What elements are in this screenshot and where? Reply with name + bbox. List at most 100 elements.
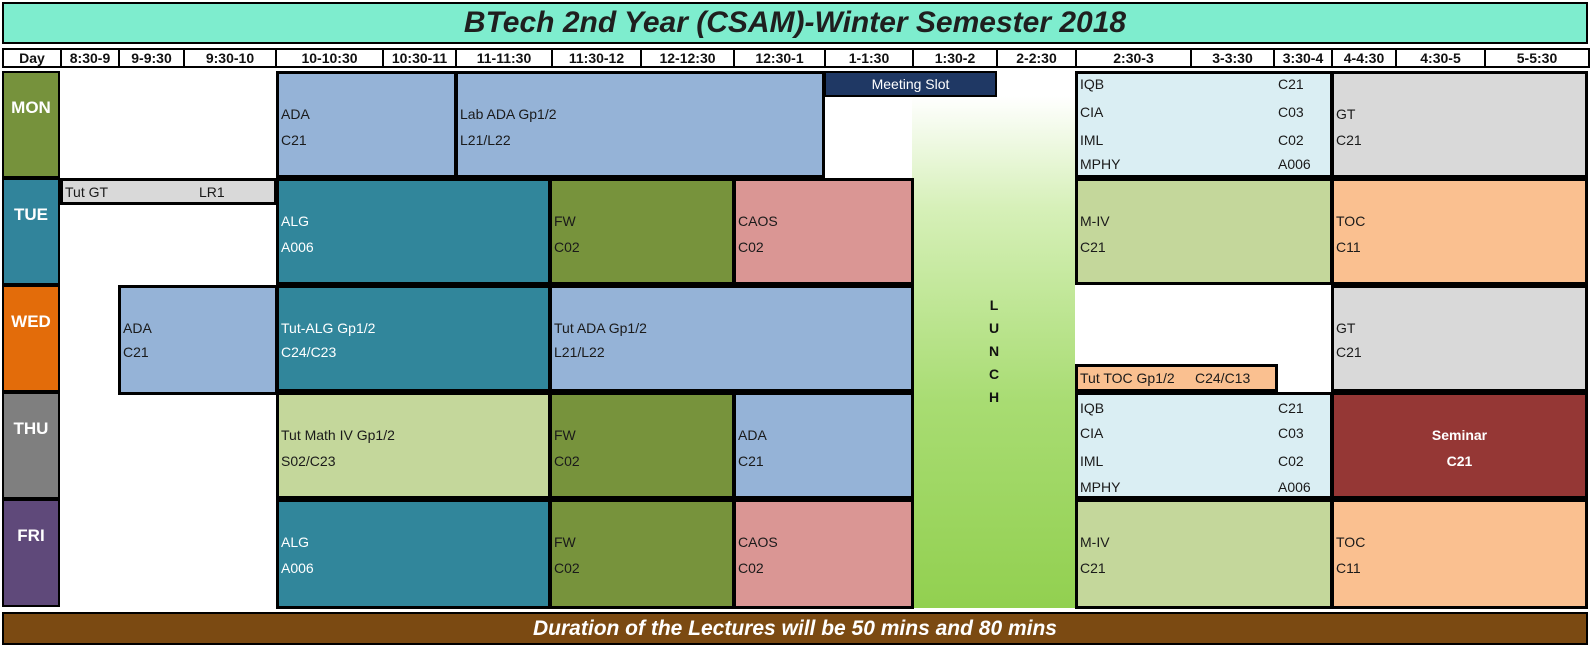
day-label-fri: FRI: [2, 499, 60, 607]
header-timeslot: 3-3:30: [1190, 48, 1275, 68]
header-timeslot: 4:30-5: [1395, 48, 1486, 68]
elective-name: MPHY: [1080, 156, 1121, 172]
class-block-fri-alg: ALG A006: [276, 499, 551, 609]
course-name: FW: [554, 213, 576, 229]
room-number: C02: [738, 239, 764, 255]
room-number: C21: [1336, 344, 1362, 360]
room-number: L21/L22: [554, 344, 605, 360]
course-name: Tut Math IV Gp1/2: [281, 427, 395, 443]
elective-name: IQB: [1080, 76, 1105, 92]
room-number: C24/C23: [281, 344, 337, 360]
elective-room: A006: [1278, 156, 1311, 172]
class-block-tue-toc: TOC C11: [1331, 178, 1588, 285]
class-block-tue-fw: FW C02: [549, 178, 735, 285]
room-number: C02: [738, 560, 764, 576]
room-number: C24/C13: [1195, 370, 1251, 386]
footer-note: Duration of the Lectures will be 50 mins…: [2, 612, 1588, 645]
class-block-wed-tut-alg: Tut-ALG Gp1/2 C24/C23: [276, 285, 551, 392]
room-number: C21: [1080, 560, 1106, 576]
header-timeslot: 10-10:30: [275, 48, 384, 68]
class-block-thu-fw: FW C02: [549, 392, 735, 499]
elective-name: IML: [1080, 132, 1104, 148]
room-number: C11: [1336, 239, 1361, 255]
course-name: GT: [1336, 320, 1356, 336]
course-name: TOC: [1336, 534, 1366, 550]
header-day: Day: [2, 48, 62, 68]
elective-room: A006: [1278, 479, 1311, 495]
elective-room: C02: [1278, 453, 1304, 469]
header-timeslot: 2:30-3: [1075, 48, 1192, 68]
course-name: FW: [554, 534, 576, 550]
class-block-thu-seminar: Seminar C21: [1331, 392, 1588, 499]
elective-room: C21: [1278, 400, 1304, 416]
course-name: Seminar: [1431, 427, 1488, 443]
header-timeslot: 9-9:30: [118, 48, 185, 68]
course-name: M-IV: [1080, 213, 1110, 229]
course-name: M-IV: [1080, 534, 1110, 550]
room-number: A006: [281, 239, 314, 255]
class-block-wed-tut-ada: Tut ADA Gp1/2 L21/L22: [549, 285, 914, 392]
header-timeslot: 10:30-11: [382, 48, 457, 68]
class-block-fri-fw: FW C02: [549, 499, 735, 609]
room-number: LR1: [199, 184, 225, 200]
page-title: BTech 2nd Year (CSAM)-Winter Semester 20…: [2, 2, 1588, 44]
lunch-label: L U N C H: [982, 294, 1006, 409]
room-number: S02/C23: [281, 453, 336, 469]
room-number: C21: [738, 453, 764, 469]
elective-name: CIA: [1080, 425, 1104, 441]
course-name: ADA: [281, 106, 310, 122]
header-timeslot: 12-12:30: [640, 48, 735, 68]
course-name: ADA: [738, 427, 767, 443]
header-timeslot: 1:30-2: [912, 48, 998, 68]
header-timeslot: 4-4:30: [1331, 48, 1397, 68]
elective-name: CIA: [1080, 104, 1104, 120]
header-timeslot: 5-5:30: [1484, 48, 1590, 68]
class-block-mon-gt: GT C21: [1331, 71, 1588, 178]
class-block-thu-tut-math: Tut Math IV Gp1/2 S02/C23: [276, 392, 551, 499]
course-name: Tut TOC Gp1/2: [1080, 370, 1175, 386]
course-name: Tut ADA Gp1/2: [554, 320, 647, 336]
room-number: C02: [554, 560, 580, 576]
header-timeslot: 1-1:30: [824, 48, 914, 68]
lunch-letter: H: [988, 389, 1000, 405]
day-label-mon: MON: [2, 71, 60, 178]
room-number: C02: [554, 453, 580, 469]
class-block-fri-m4: M-IV C21: [1075, 499, 1333, 609]
room-number: C21: [1446, 453, 1473, 469]
header-timeslot: 3:30-4: [1273, 48, 1333, 68]
course-name: ALG: [281, 213, 310, 229]
course-name: FW: [554, 427, 576, 443]
class-block-tue-caos: CAOS C02: [733, 178, 914, 285]
lunch-letter: U: [988, 320, 1000, 336]
room-number: C21: [1336, 132, 1362, 148]
class-block-thu-ada: ADA C21: [733, 392, 914, 499]
day-label-thu: THU: [2, 392, 60, 499]
header-timeslot: 11:30-12: [551, 48, 642, 68]
course-name: TOC: [1336, 213, 1366, 229]
class-block-mon-lab-ada: Lab ADA Gp1/2 L21/L22: [455, 71, 825, 178]
course-name: GT: [1336, 106, 1356, 122]
header-timeslot: 2-2:30: [996, 48, 1077, 68]
room-number: C02: [554, 239, 580, 255]
elective-room: C02: [1278, 132, 1304, 148]
room-number: C11: [1336, 560, 1361, 576]
elective-room: C21: [1278, 76, 1304, 92]
elective-name: MPHY: [1080, 479, 1121, 495]
day-label-wed: WED: [2, 285, 60, 392]
class-block-mon-electives: IQB C21 CIA C03 IML C02 MPHY A006: [1075, 71, 1333, 178]
room-number: C21: [1080, 239, 1106, 255]
class-block-fri-caos: CAOS C02: [733, 499, 914, 609]
class-block-wed-gt: GT C21: [1331, 285, 1588, 392]
lunch-letter: N: [988, 343, 1000, 359]
header-timeslot: 12:30-1: [733, 48, 826, 68]
header-timeslot: 9:30-10: [183, 48, 277, 68]
elective-name: IML: [1080, 453, 1104, 469]
course-name: Tut GT: [65, 184, 109, 200]
room-number: L21/L22: [460, 132, 511, 148]
day-label-tue: TUE: [2, 178, 60, 285]
course-name: ALG: [281, 534, 310, 550]
course-name: CAOS: [738, 534, 778, 550]
class-block-wed-tut-toc: Tut TOC Gp1/2 C24/C13: [1075, 364, 1278, 392]
class-block-tue-alg: ALG A006: [276, 178, 551, 285]
lunch-letter: C: [988, 366, 1000, 382]
